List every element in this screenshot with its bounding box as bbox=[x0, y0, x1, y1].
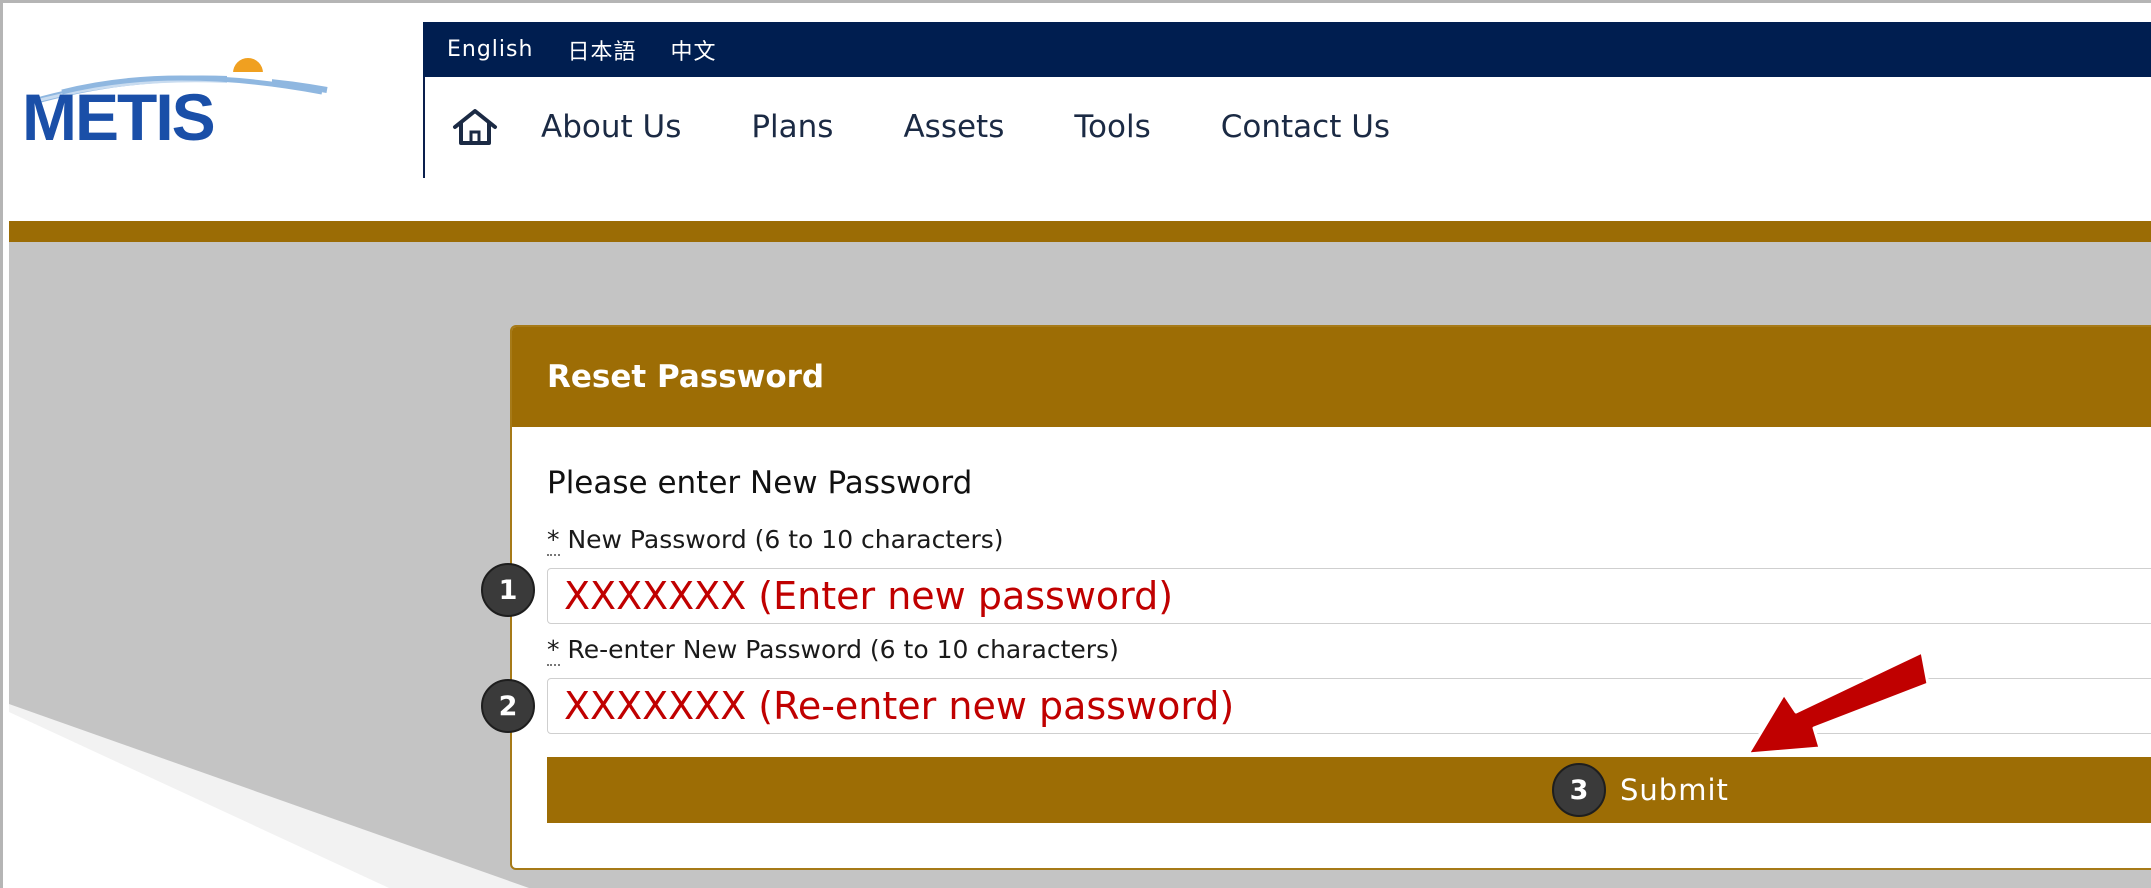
step-badge-2: 2 bbox=[481, 679, 535, 733]
nav-tools[interactable]: Tools bbox=[1074, 109, 1150, 145]
main-nav: About Us Plans Assets Tools Contact Us bbox=[425, 77, 2151, 177]
red-arrow-icon bbox=[1746, 650, 1930, 756]
home-icon[interactable] bbox=[451, 107, 501, 147]
reset-password-card: Reset Password Please enter New Password… bbox=[510, 325, 2151, 870]
lang-english[interactable]: English bbox=[447, 37, 533, 62]
logo-text: METIS bbox=[22, 80, 214, 152]
nav-about-us[interactable]: About Us bbox=[541, 109, 681, 145]
required-marker: * bbox=[547, 635, 560, 666]
submit-label: Submit bbox=[1620, 773, 1729, 807]
reenter-password-value: XXXXXXX (Re-enter new password) bbox=[564, 684, 1235, 728]
submit-button[interactable]: 3 Submit bbox=[547, 757, 2151, 823]
lang-chinese[interactable]: 中文 bbox=[670, 34, 716, 66]
nav-assets[interactable]: Assets bbox=[903, 109, 1004, 145]
required-marker: * bbox=[547, 525, 560, 556]
new-password-label-text: New Password (6 to 10 characters) bbox=[567, 525, 1004, 554]
card-header: Reset Password bbox=[512, 327, 2151, 427]
metis-logo[interactable]: METIS bbox=[22, 52, 332, 154]
step-badge-3: 3 bbox=[1552, 763, 1606, 817]
nav-plans[interactable]: Plans bbox=[751, 109, 833, 145]
step-badge-1: 1 bbox=[481, 563, 535, 617]
reenter-password-label-text: Re-enter New Password (6 to 10 character… bbox=[567, 635, 1119, 664]
card-subtitle: Please enter New Password bbox=[547, 465, 973, 501]
new-password-input[interactable]: XXXXXXX (Enter new password) bbox=[547, 568, 2151, 624]
lang-japanese[interactable]: 日本語 bbox=[567, 34, 636, 66]
reenter-password-label: * Re-enter New Password (6 to 10 charact… bbox=[547, 635, 1119, 666]
new-password-value: XXXXXXX (Enter new password) bbox=[564, 574, 1174, 618]
nav-contact-us[interactable]: Contact Us bbox=[1221, 109, 1390, 145]
new-password-label: * New Password (6 to 10 characters) bbox=[547, 525, 1004, 556]
card-title: Reset Password bbox=[547, 359, 825, 395]
header-gold-strip bbox=[9, 221, 2151, 242]
metis-logo-icon: METIS bbox=[22, 58, 328, 154]
language-bar: English 日本語 中文 bbox=[423, 22, 2151, 77]
